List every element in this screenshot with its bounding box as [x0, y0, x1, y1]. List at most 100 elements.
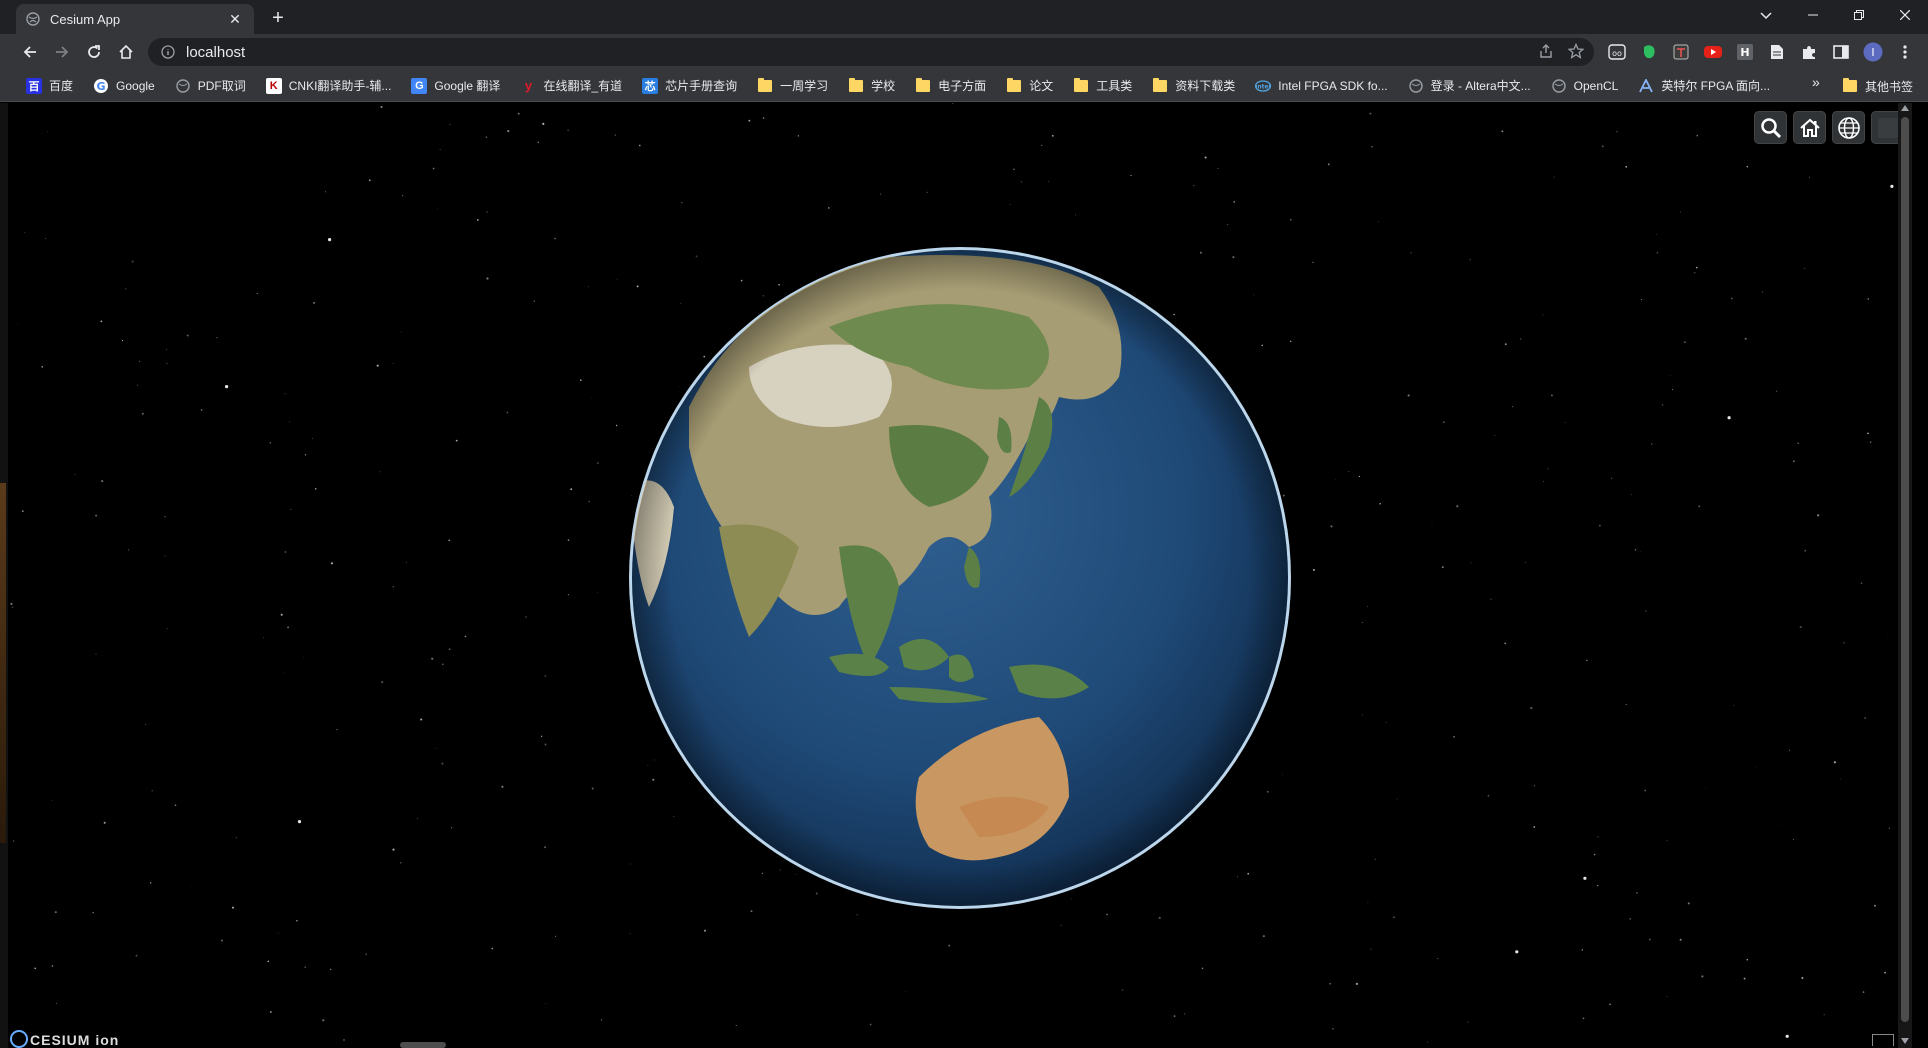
- bookmarks-overflow-button[interactable]: »: [1812, 74, 1820, 90]
- star: [1542, 314, 1544, 316]
- folder-icon: [1006, 77, 1022, 94]
- scroll-down-icon[interactable]: [1901, 1038, 1909, 1044]
- share-icon[interactable]: [1538, 43, 1554, 64]
- star: [1335, 479, 1337, 481]
- altera-icon: [1638, 78, 1654, 94]
- bookmark-folder-tools[interactable]: 工具类: [1067, 73, 1138, 99]
- reload-button[interactable]: [80, 39, 108, 65]
- bookmark-folder-school[interactable]: 学校: [842, 73, 901, 99]
- cesium-logo[interactable]: CESIUM ion: [10, 1030, 119, 1048]
- fullscreen-button[interactable]: [1872, 1034, 1894, 1046]
- cesium-toolbar: [1754, 111, 1904, 144]
- bookmark-folder-weekly[interactable]: 一周学习: [751, 73, 834, 99]
- extension-text-icon[interactable]: [1670, 41, 1692, 63]
- star: [1490, 598, 1492, 600]
- bookmark-youdao[interactable]: y 在线翻译_有道: [514, 73, 628, 99]
- star: [1547, 468, 1549, 470]
- youtube-icon[interactable]: [1702, 41, 1724, 63]
- star: [1833, 761, 1836, 764]
- minimize-button[interactable]: [1790, 0, 1836, 30]
- new-tab-button[interactable]: +: [266, 6, 290, 30]
- document-icon[interactable]: [1766, 41, 1788, 63]
- star: [1793, 839, 1794, 841]
- bookmark-folder-papers[interactable]: 论文: [1000, 73, 1059, 99]
- close-icon[interactable]: ✕: [226, 10, 244, 28]
- globe-shading: [632, 250, 1288, 906]
- cesium-viewer[interactable]: CESIUM ion: [8, 103, 1912, 1048]
- star: [1487, 794, 1490, 797]
- svg-text:G: G: [97, 80, 106, 93]
- star: [21, 510, 24, 512]
- star: [703, 929, 707, 932]
- home-button[interactable]: [112, 39, 140, 65]
- forward-button[interactable]: [48, 39, 76, 65]
- vertical-scrollbar[interactable]: [1898, 103, 1912, 1048]
- globe[interactable]: [629, 247, 1291, 909]
- address-bar[interactable]: localhost: [148, 38, 1594, 66]
- star: [225, 385, 229, 389]
- star: [303, 657, 304, 658]
- restore-button[interactable]: [1836, 0, 1882, 30]
- star: [441, 663, 444, 666]
- tab-cesium-app[interactable]: Cesium App ✕: [16, 4, 254, 34]
- star: [74, 473, 76, 475]
- bookmark-opencl[interactable]: OpenCL: [1545, 73, 1625, 99]
- tab-search-button[interactable]: [1754, 4, 1778, 28]
- star: [400, 862, 402, 864]
- star: [284, 672, 286, 674]
- scene-mode-button[interactable]: [1832, 111, 1865, 144]
- youdao-icon: y: [524, 78, 533, 93]
- evernote-icon[interactable]: [1638, 41, 1660, 63]
- star: [368, 179, 371, 182]
- other-bookmarks[interactable]: 其他书签: [1842, 73, 1913, 99]
- star: [304, 966, 307, 969]
- star: [1290, 219, 1292, 221]
- side-panel-icon[interactable]: [1830, 41, 1852, 63]
- star: [324, 191, 327, 193]
- bookmark-pdf[interactable]: PDF取词: [169, 73, 252, 99]
- bookmark-label: 学校: [871, 79, 896, 93]
- star: [544, 743, 547, 746]
- scroll-up-icon[interactable]: [1901, 105, 1909, 111]
- puzzle-icon[interactable]: [1798, 41, 1820, 63]
- bookmark-intel-sdk[interactable]: intel Intel FPGA SDK fo...: [1249, 73, 1393, 99]
- bookmark-label: PDF取词: [197, 79, 246, 93]
- star: [1634, 549, 1637, 551]
- menu-kebab-icon[interactable]: [1894, 41, 1916, 63]
- star: [1625, 165, 1628, 168]
- bookmark-intel-fpga[interactable]: 英特尔 FPGA 面向...: [1632, 73, 1776, 99]
- star: [1655, 233, 1657, 235]
- star: [1106, 913, 1108, 916]
- star: [330, 968, 332, 970]
- star: [1630, 494, 1632, 496]
- star: [517, 112, 520, 115]
- star: [51, 965, 54, 967]
- geocoder-button[interactable]: [1754, 111, 1787, 144]
- bookmark-altera-login[interactable]: 登录 - Altera中文...: [1402, 73, 1537, 99]
- bookmark-google-translate[interactable]: G Google 翻译: [405, 73, 506, 99]
- scrollbar-thumb[interactable]: [1901, 117, 1909, 1022]
- profile-avatar[interactable]: I: [1862, 41, 1884, 63]
- bookmark-baidu[interactable]: 百 百度: [20, 73, 79, 99]
- bookmark-cnki[interactable]: K CNKI翻译助手-辅...: [260, 73, 398, 99]
- horizontal-scrollbar-thumb[interactable]: [400, 1042, 446, 1048]
- bookmark-folder-downloads[interactable]: 资料下载类: [1146, 73, 1241, 99]
- bookmark-folder-electronics[interactable]: 电子方面: [909, 73, 992, 99]
- bookmark-chip[interactable]: 芯 芯片手册查询: [636, 73, 743, 99]
- info-icon[interactable]: [160, 44, 176, 60]
- star: [164, 555, 166, 557]
- star: [221, 939, 223, 942]
- star: [1009, 204, 1011, 206]
- close-window-button[interactable]: [1882, 0, 1928, 30]
- back-button[interactable]: [16, 39, 44, 65]
- bookmark-google[interactable]: G Google: [87, 73, 161, 99]
- star: [567, 594, 569, 596]
- bookmark-label: 登录 - Altera中文...: [1430, 79, 1531, 93]
- home-view-button[interactable]: [1793, 111, 1826, 144]
- star: [616, 278, 618, 280]
- home-icon: [1799, 118, 1820, 137]
- bookmark-star-icon[interactable]: [1567, 42, 1585, 64]
- star: [926, 191, 928, 193]
- extension-h-icon[interactable]: H: [1734, 41, 1756, 63]
- extension-reader-icon[interactable]: oo: [1606, 41, 1628, 63]
